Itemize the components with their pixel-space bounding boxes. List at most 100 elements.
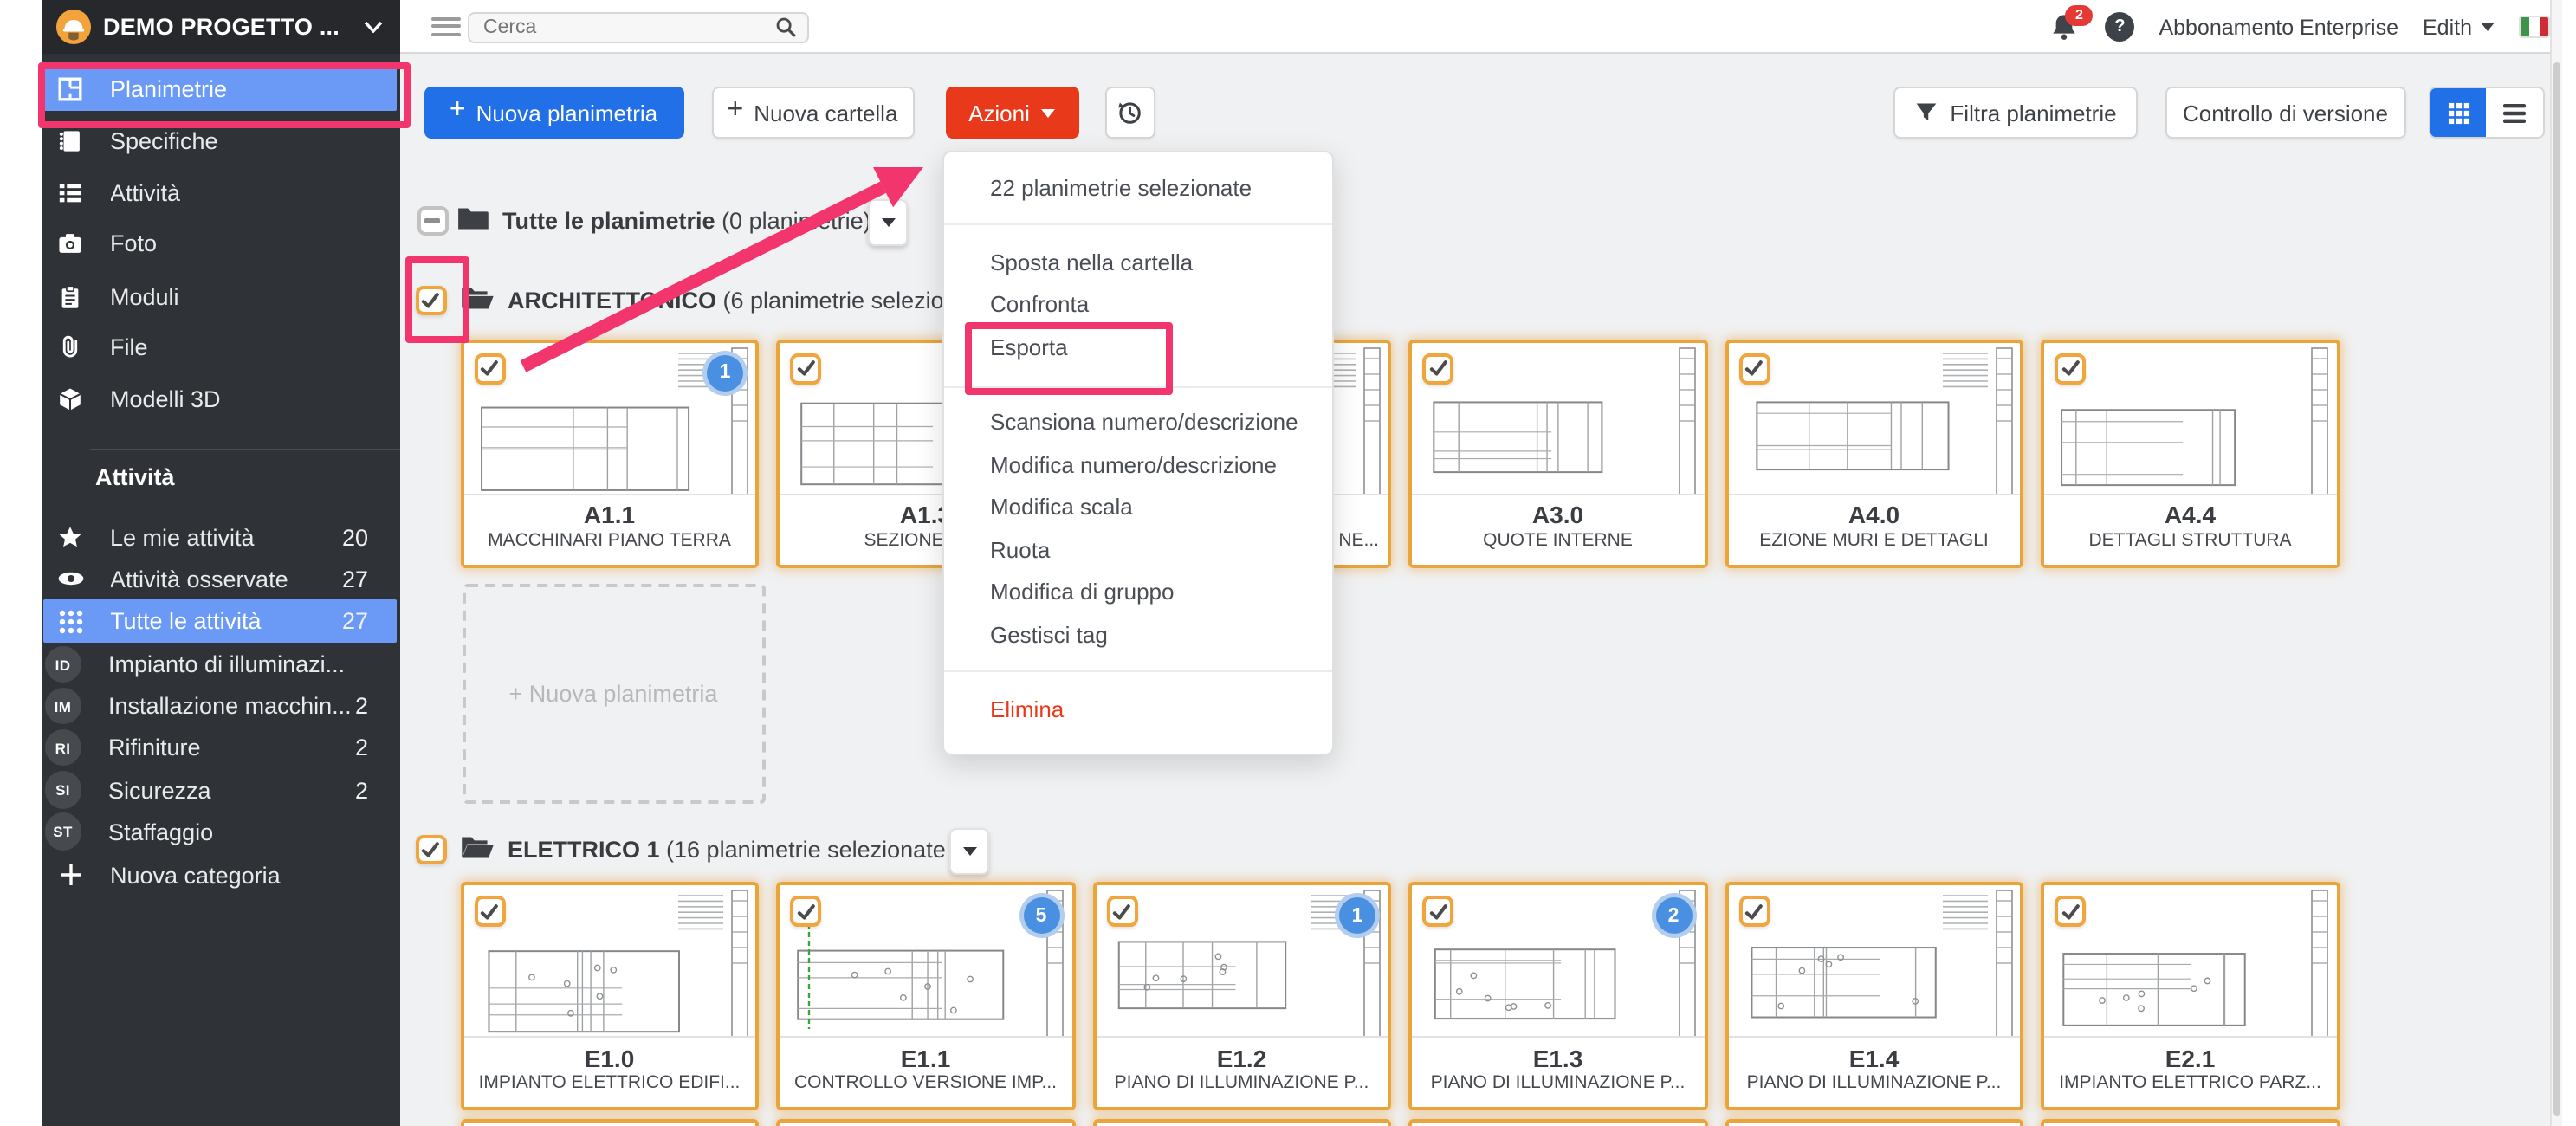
new-plan-placeholder-card[interactable]: + Nuova planimetria xyxy=(462,583,765,804)
checkbox-checked[interactable] xyxy=(1422,353,1453,384)
plan-card-e1-0[interactable]: E1.0IMPIANTO ELETTRICO EDIFI... xyxy=(460,882,759,1110)
grid-view-button[interactable] xyxy=(2430,88,2487,137)
version-control-button[interactable]: Controllo di versione xyxy=(2165,87,2405,139)
italian-flag-icon[interactable] xyxy=(2519,16,2550,38)
sidebar-activity-item-installazione-macchin-[interactable]: IMInstallazione macchin...2 xyxy=(42,685,396,728)
checkbox-checked[interactable] xyxy=(416,834,446,864)
menu-toggle-icon[interactable] xyxy=(431,17,461,36)
sidebar-item-file[interactable]: File xyxy=(42,325,396,370)
menu-item-ruota[interactable]: Ruota xyxy=(943,529,1332,572)
checkbox-checked[interactable] xyxy=(474,896,505,927)
menu-item-modifica-scala[interactable]: Modifica scala xyxy=(943,487,1332,529)
sidebar-activity-item-sicurezza[interactable]: SISicurezza2 xyxy=(42,769,396,812)
plan-card-e1-3[interactable]: E1.3PIANO DI ILLUMINAZIONE P...2 xyxy=(1408,882,1707,1110)
actions-button[interactable]: Azioni xyxy=(945,87,1079,139)
next-row-card-top[interactable] xyxy=(776,1118,1075,1126)
folder-menu-button[interactable] xyxy=(868,198,908,245)
version-count-badge[interactable]: 1 xyxy=(1339,897,1375,934)
plan-card-a4-4[interactable]: A4.4DETTAGLI STRUTTURA xyxy=(2041,339,2340,567)
folder-title: ELETTRICO 1 xyxy=(508,836,660,862)
menu-item-confronta[interactable]: Confronta xyxy=(943,284,1332,327)
activity-count: 20 xyxy=(342,524,368,550)
checkbox-indeterminate[interactable] xyxy=(417,205,448,236)
next-row-card-top[interactable] xyxy=(1408,1118,1707,1126)
user-menu[interactable]: Edith xyxy=(2423,15,2495,39)
subscription-label[interactable]: Abbonamento Enterprise xyxy=(2159,15,2398,39)
checkbox-checked[interactable] xyxy=(1738,896,1770,927)
filter-plans-button[interactable]: Filtra planimetrie xyxy=(1893,87,2138,139)
checkbox-checked[interactable] xyxy=(2055,896,2086,927)
next-row-card-top[interactable] xyxy=(2041,1118,2340,1126)
activity-count: 27 xyxy=(342,608,368,634)
checkbox-checked[interactable] xyxy=(1738,353,1770,384)
sidebar-activity-item-rifiniture[interactable]: RIRifiniture2 xyxy=(42,727,396,769)
plan-card-e1-1[interactable]: E1.1CONTROLLO VERSIONE IMP...5 xyxy=(776,882,1075,1110)
plan-description: IMPIANTO ELETTRICO EDIFI... xyxy=(463,1072,755,1093)
checkbox-checked[interactable] xyxy=(1422,896,1453,927)
sidebar-item-specifiche[interactable]: Specifiche xyxy=(42,118,396,163)
version-count-badge[interactable]: 5 xyxy=(1023,897,1059,934)
help-button[interactable]: ? xyxy=(2105,12,2134,42)
plan-description: MACCHINARI PIANO TERRA xyxy=(463,529,755,550)
folder-row-tutte-le-planimetrie[interactable]: Tutte le planimetrie (0 planimetrie) xyxy=(456,197,871,243)
folder-count: (16 planimetrie selezionate ) xyxy=(660,836,961,862)
version-count-badge[interactable]: 2 xyxy=(1655,897,1692,934)
menu-item-scansiona-numero-descrizione[interactable]: Scansiona numero/descrizione xyxy=(943,402,1332,444)
sidebar-activity-item-impianto-di-illuminazi-[interactable]: IDImpianto di illuminazi... xyxy=(42,644,396,686)
sidebar-activity-item-staffaggio[interactable]: STStaffaggio xyxy=(42,811,396,853)
search-box[interactable] xyxy=(468,12,809,42)
menu-item-gestisci-tag[interactable]: Gestisci tag xyxy=(943,614,1332,657)
sidebar-activity-item-tutte-le-attivit-[interactable]: Tutte le attività27 xyxy=(42,600,396,643)
sidebar-activity-item-attivit-osservate[interactable]: Attività osservate27 xyxy=(42,558,396,600)
plan-card-a1-1[interactable]: A1.1MACCHINARI PIANO TERRA1 xyxy=(460,339,759,567)
list-view-button[interactable] xyxy=(2487,88,2543,137)
project-switcher[interactable]: DEMO PROGETTO ... xyxy=(41,0,400,54)
sidebar-activity-label: Installazione macchin... xyxy=(108,693,352,719)
chevron-down-icon xyxy=(962,846,976,855)
sidebar-item-label: Attività xyxy=(110,179,180,205)
checkbox-checked[interactable] xyxy=(790,896,821,927)
version-history-button[interactable] xyxy=(1104,87,1155,139)
scrollbar-thumb[interactable] xyxy=(2553,62,2560,1116)
menu-item-modifica-di-gruppo[interactable]: Modifica di gruppo xyxy=(943,572,1332,614)
menu-item-modifica-numero-descrizione[interactable]: Modifica numero/descrizione xyxy=(943,444,1332,487)
folder-menu-button[interactable] xyxy=(949,827,989,874)
sidebar-activity-label: Attività osservate xyxy=(110,566,288,592)
checkbox-checked[interactable] xyxy=(1106,896,1137,927)
sidebar-item-moduli[interactable]: Moduli xyxy=(42,274,396,319)
plan-card-a3-0[interactable]: A3.0QUOTE INTERNE xyxy=(1408,339,1707,567)
folder-row-architettonico[interactable]: ARCHITETTONICO (6 planimetrie selezionat… xyxy=(459,277,1004,322)
sidebar-activity-item-le-mie-attivit-[interactable]: Le mie attività20 xyxy=(42,516,396,559)
plan-card-a4-0[interactable]: A4.0EZIONE MURI E DETTAGLI xyxy=(1725,339,2023,567)
notifications-button[interactable]: 2 xyxy=(2049,11,2081,42)
folder-row-elettrico-1[interactable]: ELETTRICO 1 (16 planimetrie selezionate … xyxy=(459,826,960,871)
checkbox-checked[interactable] xyxy=(416,285,446,315)
plan-card-e1-4[interactable]: E1.4PIANO DI ILLUMINAZIONE P... xyxy=(1725,882,2023,1110)
plan-thumbnail xyxy=(2044,885,2336,1036)
next-row-card-top[interactable] xyxy=(1725,1118,2023,1126)
sidebar-item-modelli-3d[interactable]: Modelli 3D xyxy=(42,377,396,422)
chevron-down-icon xyxy=(1042,108,1056,117)
plan-card-e2-1[interactable]: E2.1IMPIANTO ELETTRICO PARZ... xyxy=(2041,882,2340,1110)
next-row-card-top[interactable] xyxy=(1092,1118,1391,1126)
history-clock-icon xyxy=(1116,99,1143,126)
plan-label-area: E1.2PIANO DI ILLUMINAZIONE P... xyxy=(1096,1036,1388,1107)
checkbox-checked[interactable] xyxy=(790,353,821,384)
plan-number: A4.0 xyxy=(1728,501,2020,528)
plan-card-e1-2[interactable]: E1.2PIANO DI ILLUMINAZIONE P... 1 xyxy=(1092,882,1391,1110)
menu-item-elimina[interactable]: Elimina xyxy=(943,689,1332,732)
new-folder-button[interactable]: +Nuova cartella xyxy=(711,87,914,139)
menu-item-sposta-nella-cartella[interactable]: Sposta nella cartella xyxy=(943,242,1332,284)
menu-item-esporta[interactable]: Esporta xyxy=(943,327,1332,369)
search-input[interactable] xyxy=(469,17,774,38)
next-row-card-top[interactable] xyxy=(460,1118,759,1126)
sidebar-item-attivit-[interactable]: Attività xyxy=(42,170,396,215)
grid-view-icon xyxy=(2447,101,2469,124)
checkbox-checked[interactable] xyxy=(2055,353,2086,384)
checkbox-checked[interactable] xyxy=(474,353,505,384)
new-plan-button[interactable]: +Nuova planimetria xyxy=(424,87,683,139)
sidebar-item-foto[interactable]: Foto xyxy=(42,221,396,266)
sidebar-new-category-button[interactable]: Nuova categoria xyxy=(42,854,396,896)
version-count-badge[interactable]: 1 xyxy=(707,354,743,391)
sidebar-item-planimetrie[interactable]: Planimetrie xyxy=(42,67,396,111)
